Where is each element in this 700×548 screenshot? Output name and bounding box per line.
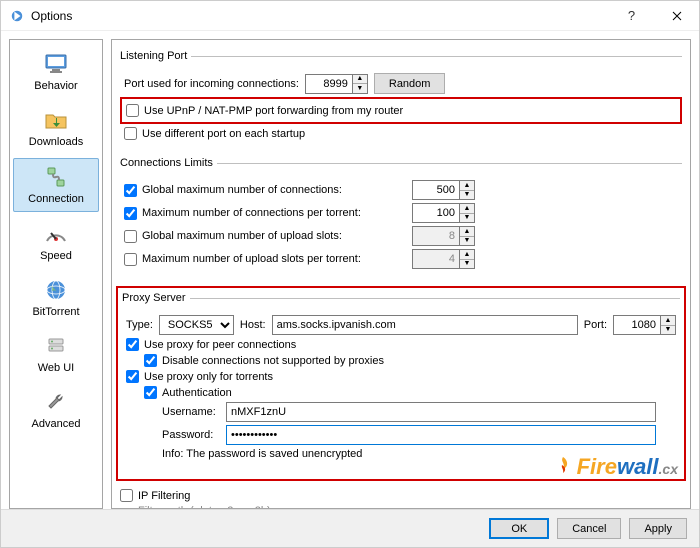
sidebar-item-label: BitTorrent <box>32 306 79 318</box>
proxy-only-torrents-checkbox[interactable] <box>126 370 139 383</box>
app-icon <box>9 8 25 24</box>
port-input[interactable] <box>305 74 353 94</box>
monitor-icon <box>40 50 72 78</box>
global-max-checkbox[interactable] <box>124 184 137 197</box>
proxy-disable-checkbox[interactable] <box>144 354 157 367</box>
proxy-type-label: Type: <box>126 319 153 331</box>
upnp-checkbox[interactable] <box>126 104 139 117</box>
proxy-peer-checkbox[interactable] <box>126 338 139 351</box>
global-max-label: Global maximum number of connections: <box>142 184 407 196</box>
sidebar-item-label: Behavior <box>34 80 77 92</box>
dialog-footer: OK Cancel Apply <box>1 509 699 547</box>
auth-checkbox[interactable] <box>144 386 157 399</box>
auth-label: Authentication <box>162 387 232 399</box>
window-controls: ? <box>609 1 699 30</box>
global-max-input[interactable] <box>412 180 460 200</box>
apply-button[interactable]: Apply <box>629 518 687 539</box>
per-torrent-input[interactable] <box>412 203 460 223</box>
proxy-host-label: Host: <box>240 319 266 331</box>
close-button[interactable] <box>654 1 699 30</box>
sidebar-item-webui[interactable]: Web UI <box>13 328 99 380</box>
random-button[interactable]: Random <box>374 73 446 94</box>
help-button[interactable]: ? <box>609 1 654 30</box>
sidebar-item-downloads[interactable]: Downloads <box>13 102 99 154</box>
sidebar-item-label: Downloads <box>29 136 83 148</box>
connection-icon <box>40 163 72 191</box>
upload-slots-per-checkbox[interactable] <box>124 253 137 266</box>
proxy-peer-label: Use proxy for peer connections <box>144 339 296 351</box>
wrench-icon <box>40 388 72 416</box>
proxy-type-select[interactable]: SOCKS5 <box>159 315 234 335</box>
sidebar-item-speed[interactable]: Speed <box>13 216 99 268</box>
username-input[interactable] <box>226 402 656 422</box>
connection-limits-group: Connections Limits Global maximum number… <box>120 157 682 276</box>
upnp-label: Use UPnP / NAT-PMP port forwarding from … <box>144 105 403 117</box>
per-torrent-checkbox[interactable] <box>124 207 137 220</box>
proxy-port-label: Port: <box>584 319 607 331</box>
upload-slots-spinner: ▲▼ <box>460 226 475 246</box>
per-torrent-spinner[interactable]: ▲▼ <box>460 203 475 223</box>
username-label: Username: <box>162 406 220 418</box>
filter-path-label: Filter path (.dat, .p2p, .p2b): <box>138 505 274 509</box>
download-folder-icon <box>40 106 72 134</box>
upload-slots-per-label: Maximum number of upload slots per torre… <box>142 253 407 265</box>
upload-slots-checkbox[interactable] <box>124 230 137 243</box>
group-legend: Proxy Server <box>122 292 190 304</box>
upload-slots-per-spinner: ▲▼ <box>460 249 475 269</box>
sidebar-item-bittorrent[interactable]: BitTorrent <box>13 272 99 324</box>
title-bar: Options ? <box>1 1 699 31</box>
port-spinner[interactable]: ▲▼ <box>353 74 368 94</box>
sidebar-item-connection[interactable]: Connection <box>13 158 99 212</box>
proxy-host-input[interactable] <box>272 315 578 335</box>
port-label: Port used for incoming connections: <box>124 78 299 90</box>
password-label: Password: <box>162 429 220 441</box>
proxy-port-input[interactable] <box>613 315 661 335</box>
highlight-box-proxy: Proxy Server Type: SOCKS5 Host: Port: ▲▼ <box>116 286 686 481</box>
proxy-disable-label: Disable connections not supported by pro… <box>162 355 384 367</box>
gauge-icon <box>40 220 72 248</box>
proxy-server-group: Proxy Server Type: SOCKS5 Host: Port: ▲▼ <box>122 292 680 467</box>
sidebar-item-label: Connection <box>28 193 84 205</box>
group-legend: Connections Limits <box>120 157 217 169</box>
password-info-text: Info: The password is saved unencrypted <box>162 448 362 460</box>
sidebar-item-label: Speed <box>40 250 72 262</box>
sidebar-item-label: Advanced <box>32 418 81 430</box>
per-torrent-label: Maximum number of connections per torren… <box>142 207 407 219</box>
different-port-label: Use different port on each startup <box>142 128 305 140</box>
ok-button[interactable]: OK <box>489 518 549 539</box>
highlight-box-upnp: Use UPnP / NAT-PMP port forwarding from … <box>120 97 682 124</box>
listening-port-group: Listening Port Port used for incoming co… <box>120 50 682 147</box>
category-sidebar: Behavior Downloads Connection Speed BitT… <box>9 39 103 509</box>
proxy-only-torrents-label: Use proxy only for torrents <box>144 371 273 383</box>
globe-icon <box>40 276 72 304</box>
password-input[interactable] <box>226 425 656 445</box>
upload-slots-per-input <box>412 249 460 269</box>
upload-slots-input <box>412 226 460 246</box>
sidebar-item-behavior[interactable]: Behavior <box>13 46 99 98</box>
different-port-checkbox[interactable] <box>124 127 137 140</box>
settings-content: Listening Port Port used for incoming co… <box>111 39 691 509</box>
window-title: Options <box>31 9 609 23</box>
group-legend: Listening Port <box>120 50 191 62</box>
global-max-spinner[interactable]: ▲▼ <box>460 180 475 200</box>
ip-filtering-checkbox[interactable] <box>120 489 133 502</box>
cancel-button[interactable]: Cancel <box>557 518 621 539</box>
sidebar-item-label: Web UI <box>38 362 74 374</box>
proxy-port-spinner[interactable]: ▲▼ <box>661 315 676 335</box>
upload-slots-label: Global maximum number of upload slots: <box>142 230 407 242</box>
sidebar-item-advanced[interactable]: Advanced <box>13 384 99 436</box>
server-icon <box>40 332 72 360</box>
ip-filtering-label: IP Filtering <box>138 490 190 502</box>
